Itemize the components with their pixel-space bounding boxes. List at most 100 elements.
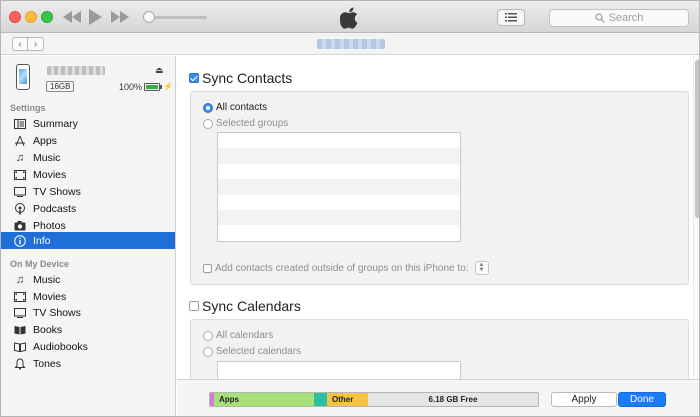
group-select-popup[interactable]: ▲ ▼ xyxy=(474,261,489,275)
calendars-list[interactable] xyxy=(217,361,461,379)
charging-icon: ⚡ xyxy=(163,82,173,91)
sidebar-item-label: TV Shows xyxy=(33,306,81,319)
info-pane: Sync Contacts All contacts Selected grou… xyxy=(177,56,699,379)
summary-icon xyxy=(13,117,27,131)
up-next-button[interactable] xyxy=(497,9,525,26)
books-icon xyxy=(13,323,27,337)
back-button[interactable]: ‹ xyxy=(12,37,28,51)
chevron-right-icon: › xyxy=(33,38,38,50)
sidebar-item-label: Podcasts xyxy=(33,202,77,215)
selected-groups-option[interactable]: Selected groups xyxy=(203,118,288,129)
battery-percent: 100% xyxy=(119,82,143,92)
all-contacts-radio[interactable] xyxy=(203,102,213,113)
sync-calendars-checkbox[interactable]: Sync Calendars xyxy=(189,298,301,314)
sync-contacts-checkbox[interactable]: Sync Contacts xyxy=(189,70,292,86)
battery-tip xyxy=(160,85,162,89)
sidebar: ⏏ 16GB 100% ⚡ Settings Summary Apps ♫ Mu… xyxy=(1,56,176,416)
audiobooks-icon xyxy=(13,340,27,354)
list-icon xyxy=(505,13,517,22)
vertical-scrollbar[interactable] xyxy=(693,56,699,379)
device-item-audiobooks[interactable]: Audiobooks xyxy=(1,338,175,355)
zoom-window-button[interactable] xyxy=(41,11,53,23)
info-icon xyxy=(13,234,27,248)
contact-groups-list[interactable] xyxy=(217,132,461,242)
sidebar-item-label: Music xyxy=(33,273,61,286)
device-item-music[interactable]: ♫ Music xyxy=(1,271,175,288)
photos-icon xyxy=(13,219,27,233)
tones-icon xyxy=(13,357,27,371)
sidebar-item-label: Movies xyxy=(33,168,67,181)
eject-icon[interactable]: ⏏ xyxy=(155,65,164,76)
sidebar-item-tv-shows[interactable]: TV Shows xyxy=(1,183,175,200)
podcasts-icon xyxy=(13,202,27,216)
books-segment xyxy=(314,393,327,406)
title-bar: Search xyxy=(1,1,699,33)
sidebar-item-movies[interactable]: Movies xyxy=(1,166,175,183)
tv-shows-icon xyxy=(13,306,27,320)
footer-bar: Apps Other 6.18 GB Free Apply Done xyxy=(177,379,699,416)
up-down-arrows-icon: ▲ ▼ xyxy=(478,262,485,273)
sidebar-item-label: Tones xyxy=(33,357,62,370)
scrollbar-thumb[interactable] xyxy=(695,60,699,218)
volume-knob[interactable] xyxy=(143,11,155,23)
sidebar-item-music[interactable]: ♫ Music xyxy=(1,149,175,166)
selected-groups-label: Selected groups xyxy=(216,118,289,129)
all-calendars-option[interactable]: All calendars xyxy=(203,330,273,341)
sidebar-item-info[interactable]: Info xyxy=(1,232,175,249)
device-item-tv-shows[interactable]: TV Shows xyxy=(1,304,175,321)
sidebar-item-label: Movies xyxy=(33,290,67,303)
device-item-books[interactable]: Books xyxy=(1,321,175,338)
play-button[interactable] xyxy=(85,7,105,27)
search-placeholder: Search xyxy=(608,12,644,24)
search-input[interactable]: Search xyxy=(549,9,689,27)
other-segment-label: Other xyxy=(332,395,354,404)
sync-calendars-label: Sync Calendars xyxy=(202,298,301,314)
selected-groups-radio[interactable] xyxy=(203,118,213,129)
sidebar-item-label: Summary xyxy=(33,117,78,130)
free-space-label: 6.18 GB Free xyxy=(428,395,478,404)
rewind-button[interactable] xyxy=(61,7,83,27)
apply-button[interactable]: Apply xyxy=(551,392,617,407)
search-icon xyxy=(594,13,605,23)
device-name-title xyxy=(317,39,385,49)
sidebar-item-label: Books xyxy=(33,323,63,336)
sync-contacts-check-box[interactable] xyxy=(189,73,199,83)
sidebar-item-apps[interactable]: Apps xyxy=(1,132,175,149)
music-icon: ♫ xyxy=(15,273,25,286)
capacity-badge: 16GB xyxy=(46,81,75,92)
apps-segment: Apps xyxy=(214,393,314,406)
on-my-device-section-header: On My Device xyxy=(10,259,70,269)
sidebar-item-summary[interactable]: Summary xyxy=(1,115,175,132)
selected-calendars-option[interactable]: Selected calendars xyxy=(203,346,301,357)
chevron-left-icon: ‹ xyxy=(18,38,22,50)
sync-calendars-check-box[interactable] xyxy=(189,301,199,311)
navigation-bar: ‹ › xyxy=(1,33,699,55)
play-icon xyxy=(89,9,102,25)
sidebar-item-podcasts[interactable]: Podcasts xyxy=(1,200,175,217)
device-name xyxy=(47,66,105,75)
free-space-segment: 6.18 GB Free xyxy=(368,393,538,406)
all-contacts-label: All contacts xyxy=(216,102,268,113)
add-outside-groups-checkbox[interactable] xyxy=(203,263,212,273)
add-outside-groups-option[interactable]: Add contacts created outside of groups o… xyxy=(203,261,489,275)
add-outside-groups-label: Add contacts created outside of groups o… xyxy=(215,262,469,274)
minimize-window-button[interactable] xyxy=(25,11,37,23)
device-item-tones[interactable]: Tones xyxy=(1,355,175,372)
tv-shows-icon xyxy=(13,185,27,199)
selected-calendars-label: Selected calendars xyxy=(216,346,302,357)
settings-section-header: Settings xyxy=(10,103,46,113)
close-window-button[interactable] xyxy=(9,11,21,23)
selected-calendars-radio[interactable] xyxy=(203,346,213,357)
movies-icon xyxy=(13,168,27,182)
all-contacts-option[interactable]: All contacts xyxy=(203,102,267,113)
all-calendars-radio[interactable] xyxy=(203,330,213,341)
rewind-icon xyxy=(63,11,81,23)
apps-icon xyxy=(13,134,27,148)
forward-button[interactable]: › xyxy=(28,37,44,51)
fast-forward-button[interactable] xyxy=(109,7,131,27)
done-button[interactable]: Done xyxy=(618,392,666,407)
iphone-icon xyxy=(16,64,30,90)
battery-icon xyxy=(144,83,160,91)
itunes-window: Search ‹ › ⏏ 16GB 100% ⚡ Settings Summar… xyxy=(0,0,700,417)
device-item-movies[interactable]: Movies xyxy=(1,288,175,305)
